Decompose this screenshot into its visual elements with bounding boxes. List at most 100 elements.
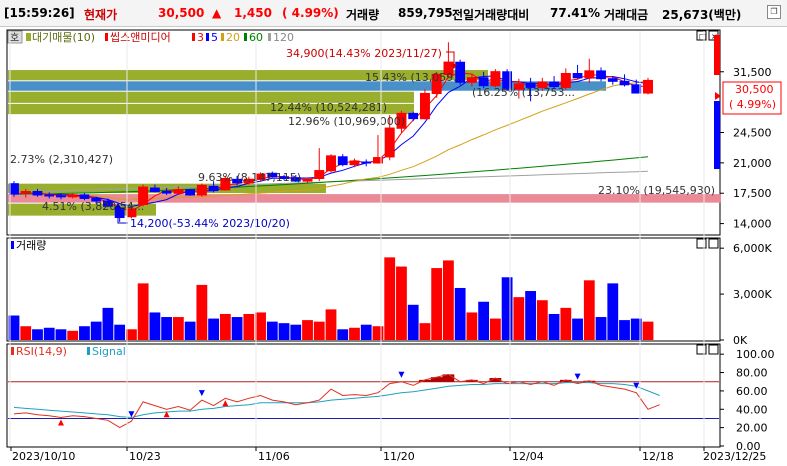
volume-bar-27 — [325, 309, 337, 340]
volume-bar-2 — [32, 329, 43, 340]
candle-fill-49 — [584, 70, 595, 79]
volume-bar-12 — [149, 312, 161, 340]
candle-body-50 — [596, 70, 606, 80]
candle-body-48 — [572, 73, 583, 79]
volume-band-label-4: 2.73% (2,310,427) — [10, 153, 113, 166]
ma3-legend: 3 — [197, 31, 204, 44]
ma120-swatch — [268, 33, 271, 41]
current-price-box-value: 30,500 — [735, 83, 774, 96]
volume-bar-33 — [396, 266, 407, 340]
volume-panel[interactable]: 거래량 6,000K 3,000K 0K — [6, 237, 772, 347]
volume-band-label-5: 9.63% (8,147,115) — [198, 171, 301, 184]
signal-legend: Signal — [92, 345, 126, 358]
candle-fill-54 — [643, 79, 653, 94]
rsi-panel[interactable]: RSI(14,9) Signal 100.00 80.00 60.00 40.00 20… — [6, 343, 775, 453]
date-tick-label-2: 11/06 — [258, 450, 290, 463]
rsi-legend: RSI(14,9) — [16, 345, 67, 358]
volume-tick-label-1: 3,000K — [733, 288, 772, 301]
volume-bar-9 — [114, 324, 126, 340]
volume-bar-3 — [43, 327, 55, 340]
price-panel[interactable]: 15.43% (13,059... (16.25% (13,753... 12.44… — [6, 29, 782, 236]
volume-band-label-3: 12.96% (10,969,000) — [288, 115, 405, 128]
volume-bar-7 — [90, 321, 102, 340]
ma60-swatch — [244, 33, 247, 41]
rsi-maximize-icon[interactable] — [696, 344, 707, 355]
price-header-bar: [15:59:26] 현재가 30,500 ▲ 1,450 ( 4.99%) 거… — [0, 0, 787, 27]
ma5-legend: 5 — [211, 31, 218, 44]
volume-bar-48 — [572, 318, 583, 340]
candle-fill-32 — [384, 127, 395, 158]
high-annotation: 34,900(14.43% 2023/11/27) — [286, 47, 442, 60]
candle-fill-25 — [302, 178, 313, 182]
candle-fill-27 — [326, 155, 336, 172]
volume-band-label-7: 4.51% (3,820,54... — [42, 200, 144, 213]
market-profile-legend: 대기매물(10) — [32, 31, 95, 44]
ma20-swatch — [221, 33, 224, 41]
volume-close-icon[interactable] — [708, 238, 719, 249]
volume-bar-35 — [419, 323, 431, 340]
candle-body-0 — [9, 183, 19, 195]
rsi-tick-label-0: 100.00 — [736, 348, 775, 361]
current-price-box-pct: ( 4.99%) — [729, 98, 776, 111]
volume-bar-32 — [384, 257, 396, 340]
down-volume-bar — [714, 101, 720, 169]
volume-bar-11 — [137, 283, 149, 340]
date-tick-label-3: 11/20 — [383, 450, 415, 463]
stock-name-legend: 씹스앤미디어 — [110, 31, 171, 44]
volume-bar-14 — [172, 317, 184, 340]
volume-bar-52 — [619, 320, 630, 340]
price-tick-label-4: 14,000 — [733, 218, 772, 231]
candle-fill-5 — [67, 194, 78, 198]
candle-body-28 — [337, 156, 348, 166]
current-price: 30,500 — [158, 6, 205, 20]
amount-label: 거래대금 — [604, 8, 649, 22]
volume-bar-40 — [478, 301, 490, 340]
volume-bar-54 — [642, 321, 654, 340]
volume-axis: 6,000K 3,000K 0K — [720, 242, 772, 347]
candle-body-53 — [631, 84, 642, 94]
candle-body-40 — [478, 77, 489, 87]
restore-icon[interactable]: ❐ — [767, 5, 781, 19]
volume-bar-50 — [595, 317, 607, 340]
volume-legend-swatch — [11, 241, 14, 249]
market-profile-swatch — [26, 33, 31, 41]
volume-bar-25 — [302, 320, 313, 340]
price-tick-label-0: 31,500 — [733, 66, 772, 79]
candle-fill-16 — [196, 184, 207, 196]
volume-bar-21 — [255, 312, 266, 340]
volume-bar-26 — [313, 321, 325, 340]
volume-bar-49 — [583, 280, 595, 340]
volume-value: 859,795 — [398, 6, 453, 20]
volume-bar-24 — [290, 324, 302, 340]
volume-bar-29 — [349, 327, 360, 340]
candle-fill-39 — [466, 77, 477, 83]
low-annotation: 14,200(-53.44% 2023/10/20) — [130, 217, 290, 230]
price-tick-label-1: 24,500 — [733, 127, 772, 140]
signal-legend-swatch — [87, 347, 90, 355]
volume-bar-30 — [360, 324, 372, 340]
volume-bar-34 — [407, 304, 419, 340]
rsi-close-icon[interactable] — [708, 344, 719, 355]
volume-bar-18 — [219, 313, 231, 340]
volume-band-label-6: 23.10% (19,545,930) — [598, 184, 715, 197]
volume-bar-1 — [20, 326, 32, 340]
up-volume-bar — [714, 35, 720, 75]
rsi-axis: 100.0080.0060.0040.0020.000.00 — [720, 348, 775, 453]
candle-body-17 — [208, 185, 219, 192]
date-tick-label-5: 12/18 — [642, 450, 674, 463]
volume-bar-37 — [443, 260, 454, 340]
volume-bar-16 — [196, 284, 208, 340]
volume-bar-31 — [372, 326, 384, 340]
ma120-legend: 120 — [273, 31, 294, 44]
volume-bar-39 — [466, 312, 478, 340]
volume-maximize-icon[interactable] — [696, 238, 707, 249]
volume-bar-36 — [431, 268, 443, 340]
volume-bar-51 — [607, 283, 619, 340]
volume-bar-23 — [278, 323, 290, 340]
candle-body-51 — [607, 78, 618, 82]
amount-value: 25,673(백만) — [662, 8, 742, 22]
volume-bar-28 — [337, 329, 349, 340]
stock-chart[interactable]: 15.43% (13,059... (16.25% (13,753... 12.44… — [0, 27, 787, 466]
price-change: 1,450 — [234, 6, 272, 20]
candle-body-3 — [44, 194, 55, 197]
